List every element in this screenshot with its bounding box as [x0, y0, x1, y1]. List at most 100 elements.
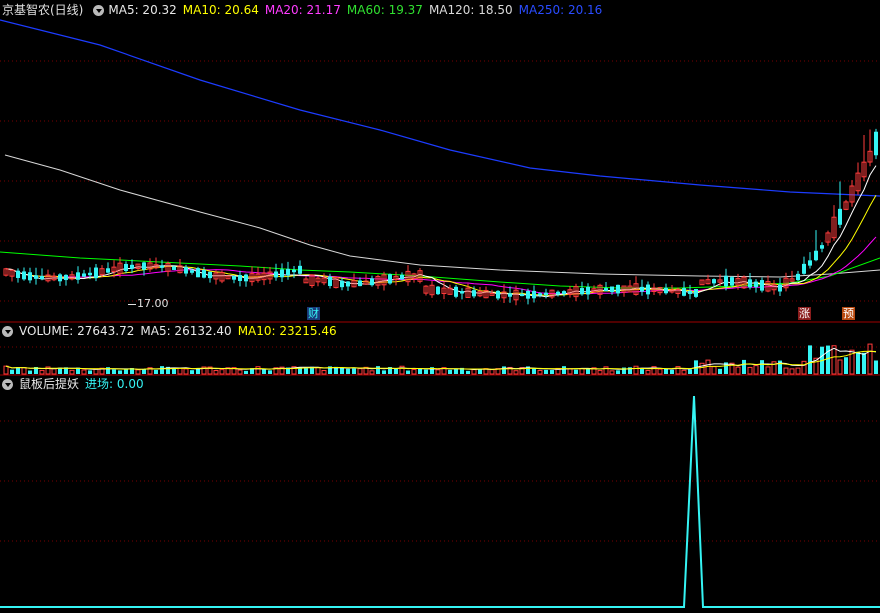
volume-bar-up	[411, 369, 417, 375]
volume-bar-up	[3, 365, 9, 375]
volume-bar-up	[135, 369, 141, 375]
volume-bar-down	[550, 370, 554, 374]
marker-yu[interactable]: 预	[842, 307, 855, 320]
volume-bar-up	[765, 366, 771, 375]
candle-body-down	[610, 286, 614, 293]
volume-bar-up	[357, 368, 363, 375]
marker-cai[interactable]: 财	[307, 307, 320, 320]
volume-bar-up	[657, 368, 663, 375]
volume-bar-up	[471, 369, 477, 375]
candle-body-down	[340, 280, 344, 288]
candle-body-down	[604, 288, 608, 292]
volume-bar-down	[844, 357, 848, 374]
candle-body-down	[292, 269, 296, 273]
candle-body-down	[328, 276, 332, 286]
candle-body-down	[298, 265, 302, 274]
volume-panel-header: VOLUME: 27643.72 MA5: 26132.40 MA10: 232…	[0, 323, 343, 339]
candle-body-down	[472, 290, 476, 297]
candle-body-down	[820, 245, 824, 249]
volume-bar-down	[502, 366, 506, 374]
volume-bar-down	[664, 368, 668, 374]
volume-bar-down	[346, 368, 350, 374]
candle-body-down	[286, 268, 290, 276]
chevron-down-icon[interactable]	[93, 4, 105, 16]
volume-bar-down	[466, 370, 470, 374]
volume-bar-down	[268, 370, 272, 374]
volume-bar-up	[579, 368, 585, 375]
candle-body-down	[532, 290, 536, 299]
volume-bar-up	[831, 345, 837, 375]
candle-body-down	[346, 281, 350, 287]
candle-body-down	[664, 287, 668, 294]
volume-bar-down	[304, 368, 308, 374]
candle-body-down	[40, 276, 44, 280]
volume-bar-down	[448, 369, 452, 374]
volume-ma5-label: MA5: 26132.40	[140, 324, 232, 338]
candle-body-down	[280, 269, 284, 278]
volume-bar-down	[562, 366, 566, 374]
volume-bar-down	[376, 366, 380, 374]
candle-body-down	[682, 288, 686, 296]
candle-body-down	[244, 274, 248, 282]
volume-bar-up	[213, 370, 219, 375]
volume-bar-up	[51, 368, 57, 375]
volume-bar-down	[406, 370, 410, 374]
volume-bar-down	[262, 369, 266, 374]
volume-bar-down	[154, 369, 158, 374]
candle-body-down	[814, 250, 818, 261]
candle-body-down	[694, 288, 698, 297]
candle-body-down	[202, 270, 206, 278]
candle-body-down	[196, 268, 200, 278]
candle-body-down	[586, 286, 590, 295]
volume-bar-up	[735, 366, 741, 375]
volume-bar-down	[160, 366, 164, 374]
ma120-label: MA120: 18.50	[428, 3, 513, 17]
volume-bar-down	[112, 369, 116, 374]
candle-body-down	[400, 274, 404, 280]
candle-body-down	[544, 292, 548, 296]
candle-body-down	[208, 271, 212, 279]
candle-body-down	[562, 291, 566, 295]
chevron-down-icon[interactable]	[2, 325, 13, 337]
ma250-label: MA250: 20.16	[518, 3, 603, 17]
candle-body-down	[646, 284, 650, 295]
volume-bar-down	[826, 345, 830, 374]
candle-body-down	[28, 272, 32, 281]
candle-body-down	[640, 286, 644, 292]
candle-body-down	[778, 284, 782, 292]
volume-bar-up	[537, 369, 543, 375]
candle-body-down	[94, 267, 98, 279]
marker-zhang[interactable]: 涨	[798, 307, 811, 320]
candle-body-down	[172, 266, 176, 270]
volume-bar-down	[352, 368, 356, 374]
volume-bar-down	[382, 370, 386, 374]
volume-bar-up	[435, 369, 441, 375]
volume-bar-down	[394, 368, 398, 374]
volume-bar-up	[21, 367, 27, 375]
volume-bar-up	[255, 366, 261, 375]
candle-body-down	[508, 293, 512, 297]
ma5-label: MA5: 20.32	[108, 3, 177, 17]
volume-bar-up	[837, 359, 843, 375]
volume-bar-up	[681, 369, 687, 375]
volume-bar-up	[237, 369, 243, 375]
volume-bar-down	[340, 367, 344, 374]
volume-bar-up	[609, 370, 615, 375]
volume-bar-down	[616, 370, 620, 374]
ma250-line	[0, 19, 880, 197]
candle-body-down	[124, 263, 128, 271]
candle-body-down	[460, 291, 464, 294]
volume-bar-down	[88, 370, 92, 374]
indicator-entry-label: 进场: 0.00	[85, 377, 144, 391]
volume-bar-down	[142, 369, 146, 374]
volume-bar-up	[795, 367, 801, 375]
chevron-down-icon[interactable]	[2, 378, 13, 390]
ma10-label: MA10: 20.64	[182, 3, 259, 17]
volume-bar-up	[369, 370, 375, 375]
candle-body-down	[724, 275, 728, 287]
volume-bar-up	[699, 362, 705, 375]
candle-body-down	[232, 275, 236, 280]
candlesticks[interactable]	[3, 128, 878, 306]
volume-bar-down	[454, 369, 458, 374]
candle-body-down	[538, 293, 542, 296]
